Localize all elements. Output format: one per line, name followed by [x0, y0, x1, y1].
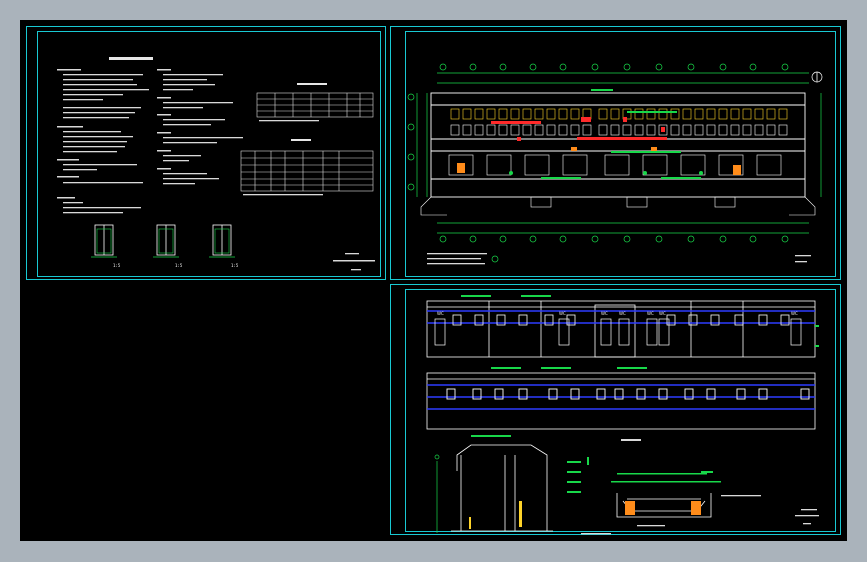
window-detail-scale-3: 1:5 [231, 263, 239, 268]
notes-sheet-drawing [57, 57, 375, 271]
elevation-door-label-2: WC [559, 311, 566, 316]
design-notes-sheet[interactable]: 1:5 1:5 1:5 [26, 26, 386, 280]
elevations-sheet[interactable]: WC WC WC WC WC WC WC [390, 284, 841, 535]
floor-plan-sheet[interactable] [390, 26, 841, 280]
elevation-door-label-3: WC [601, 311, 608, 316]
elevation-door-label-4: WC [619, 311, 626, 316]
elevations-drawing [426, 295, 819, 535]
drawing-canvas[interactable]: 1:5 1:5 1:5 WC WC WC WC WC WC WC [20, 20, 847, 541]
elevation-door-label-1: WC [437, 311, 444, 316]
floor-plan-drawing [407, 63, 823, 265]
elevation-door-label-7: WC [791, 311, 798, 316]
elevation-door-label-6: WC [659, 311, 666, 316]
elevation-door-label-5: WC [647, 311, 654, 316]
window-detail-scale-2: 1:5 [175, 263, 183, 268]
window-detail-scale-1: 1:5 [113, 263, 121, 268]
